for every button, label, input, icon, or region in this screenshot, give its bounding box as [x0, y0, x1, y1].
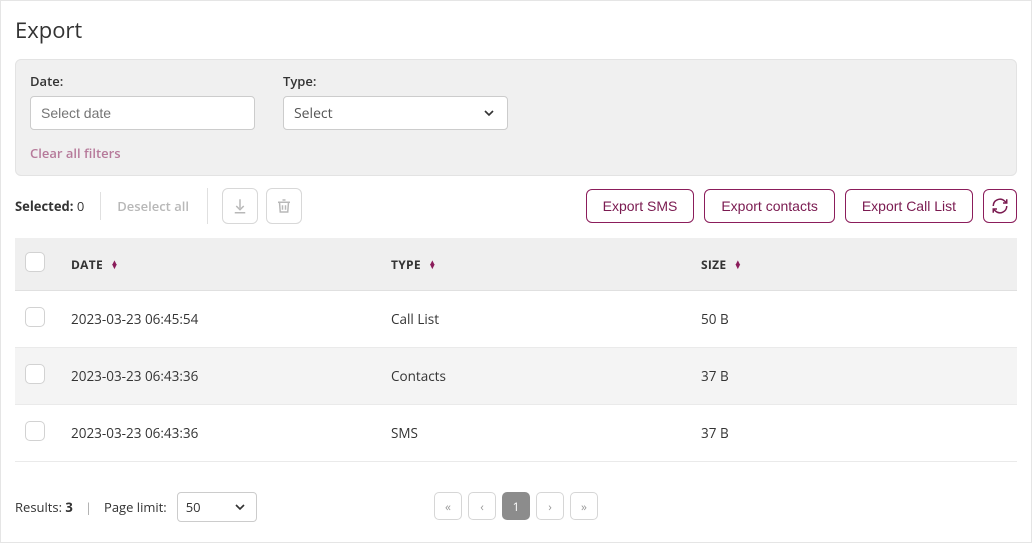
results-label: Results:	[15, 498, 62, 516]
export-table: DATE ▲▼ TYPE ▲▼ SIZE ▲▼ 2023-03-23 06:45…	[15, 238, 1017, 462]
select-all-checkbox[interactable]	[25, 252, 45, 272]
trash-icon	[275, 197, 293, 215]
filter-date-label: Date:	[30, 72, 255, 90]
refresh-button[interactable]	[983, 189, 1017, 223]
cell-date: 2023-03-23 06:45:54	[61, 291, 381, 348]
table-row: 2023-03-23 06:43:36Contacts37 B	[15, 348, 1017, 405]
date-input[interactable]	[30, 96, 255, 130]
sort-icon: ▲▼	[110, 261, 118, 269]
export-sms-button[interactable]: Export SMS	[586, 189, 695, 223]
pagination: « ‹ 1 › »	[434, 492, 598, 520]
page-prev-button[interactable]: ‹	[468, 492, 496, 520]
row-checkbox[interactable]	[25, 421, 45, 441]
table-header-row: DATE ▲▼ TYPE ▲▼ SIZE ▲▼	[15, 238, 1017, 291]
cell-type: Call List	[381, 291, 691, 348]
actions-row: Selected: 0 Deselect all Export SMS Expo…	[15, 188, 1017, 224]
filter-type-label: Type:	[283, 72, 508, 90]
page-limit-value: 50	[186, 498, 201, 516]
export-contacts-button[interactable]: Export contacts	[704, 189, 835, 223]
export-calllist-button[interactable]: Export Call List	[845, 189, 973, 223]
sort-icon: ▲▼	[734, 261, 742, 269]
cell-size: 37 B	[691, 405, 1017, 462]
download-icon	[231, 197, 249, 215]
separator	[100, 192, 101, 220]
table-row: 2023-03-23 06:45:54Call List50 B	[15, 291, 1017, 348]
cell-type: Contacts	[381, 348, 691, 405]
filter-type-group: Type: Select	[283, 72, 508, 130]
sort-icon: ▲▼	[428, 261, 436, 269]
page-limit-select[interactable]: 50	[177, 492, 257, 522]
export-panel: Export Date: Type: Select Clear all filt…	[0, 0, 1032, 543]
filter-panel: Date: Type: Select Clear all filters	[15, 59, 1017, 176]
download-button[interactable]	[222, 188, 258, 224]
separator: |	[85, 498, 92, 516]
selected-count: Selected: 0	[15, 197, 84, 215]
clear-filters-link[interactable]: Clear all filters	[30, 144, 121, 162]
row-checkbox[interactable]	[25, 364, 45, 384]
page-last-button[interactable]: »	[570, 492, 598, 520]
cell-size: 50 B	[691, 291, 1017, 348]
cell-type: SMS	[381, 405, 691, 462]
cell-size: 37 B	[691, 348, 1017, 405]
cell-date: 2023-03-23 06:43:36	[61, 405, 381, 462]
page-title: Export	[15, 15, 1017, 45]
header-size[interactable]: SIZE ▲▼	[691, 238, 1017, 291]
type-select-value: Select	[294, 104, 333, 123]
chevron-down-icon	[232, 499, 248, 515]
type-select[interactable]: Select	[283, 96, 508, 130]
deselect-all-link[interactable]: Deselect all	[117, 197, 189, 215]
page-number-button[interactable]: 1	[502, 492, 530, 520]
refresh-icon	[991, 197, 1009, 215]
page-next-button[interactable]: ›	[536, 492, 564, 520]
results-count: 3	[65, 498, 72, 516]
table-row: 2023-03-23 06:43:36SMS37 B	[15, 405, 1017, 462]
separator	[207, 188, 208, 224]
chevron-down-icon	[481, 105, 497, 121]
filter-date-group: Date:	[30, 72, 255, 130]
cell-date: 2023-03-23 06:43:36	[61, 348, 381, 405]
page-limit-label: Page limit:	[104, 498, 167, 516]
page-first-button[interactable]: «	[434, 492, 462, 520]
delete-button[interactable]	[266, 188, 302, 224]
header-date[interactable]: DATE ▲▼	[61, 238, 381, 291]
header-type[interactable]: TYPE ▲▼	[381, 238, 691, 291]
row-checkbox[interactable]	[25, 307, 45, 327]
